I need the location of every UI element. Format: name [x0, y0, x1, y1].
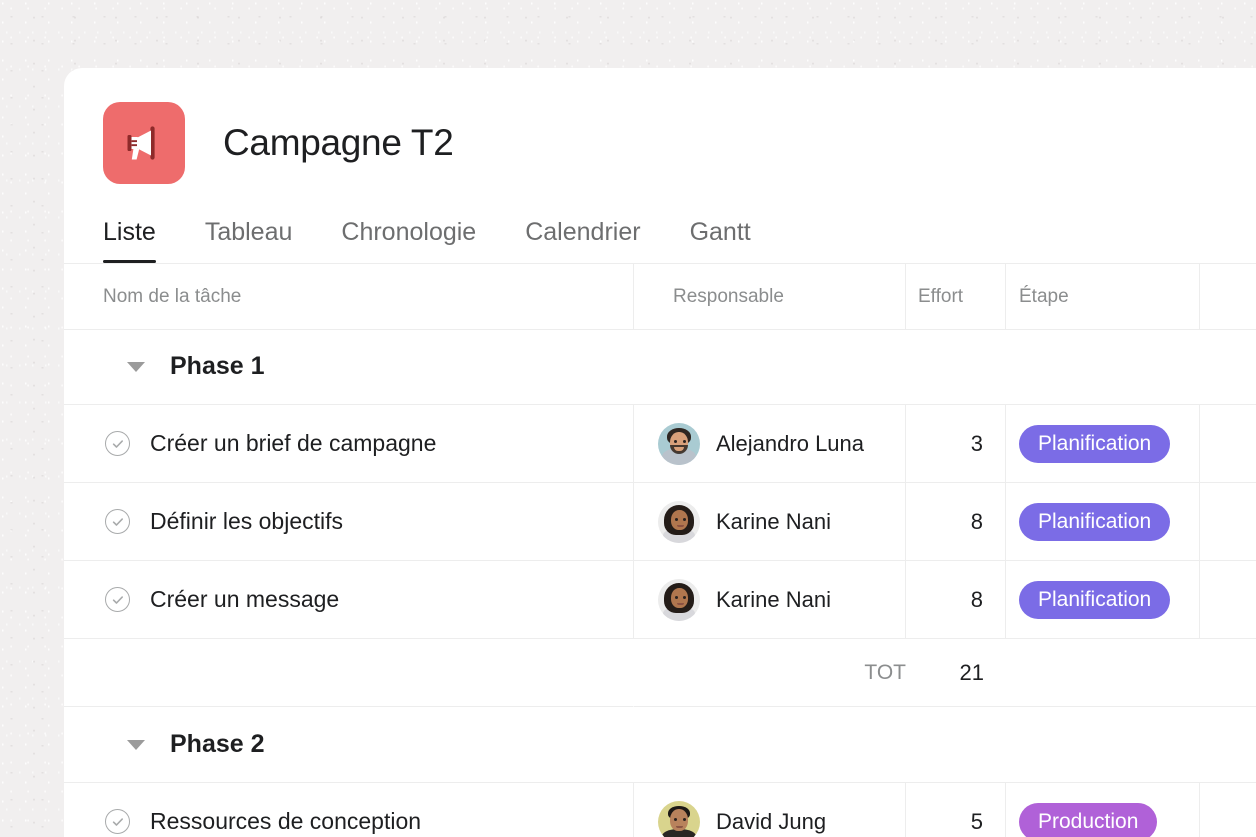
- column-header-add[interactable]: [1200, 264, 1256, 330]
- project-header: Campagne T2: [64, 68, 1256, 185]
- effort-value: 8: [970, 586, 983, 612]
- check-circle-icon[interactable]: [105, 809, 130, 834]
- group-total-row: TOT 21: [64, 639, 1256, 707]
- column-header-owner[interactable]: Responsable: [634, 264, 906, 330]
- stage-cell[interactable]: Planification: [1006, 405, 1200, 483]
- assignee-name: Karine Nani: [716, 508, 831, 534]
- task-name-cell[interactable]: Ressources de conception: [64, 783, 634, 837]
- assignee-cell[interactable]: Karine Nani: [634, 483, 906, 561]
- total-label: TOT: [864, 660, 906, 684]
- row-extra-cell[interactable]: [1200, 783, 1256, 837]
- megaphone-icon: [103, 102, 185, 184]
- total-spacer: [64, 639, 634, 707]
- column-header-name[interactable]: Nom de la tâche: [64, 264, 634, 330]
- status-badge[interactable]: Planification: [1019, 580, 1171, 619]
- task-name: Ressources de conception: [150, 808, 422, 834]
- column-header-owner-label: Responsable: [673, 285, 784, 307]
- effort-cell[interactable]: 5: [906, 783, 1006, 837]
- check-circle-icon[interactable]: [105, 431, 130, 456]
- total-stage-cell: [1006, 639, 1200, 707]
- assignee-cell[interactable]: Karine Nani: [634, 561, 906, 639]
- column-header-stage[interactable]: Étape: [1006, 264, 1200, 330]
- effort-cell[interactable]: 8: [906, 561, 1006, 639]
- check-circle-icon[interactable]: [105, 587, 130, 612]
- chevron-down-icon[interactable]: [127, 361, 145, 372]
- table-row[interactable]: Ressources de conception David Jung 5 Pr…: [64, 783, 1256, 837]
- chevron-down-icon[interactable]: [127, 739, 145, 750]
- table-header-row: Nom de la tâche Responsable Effort Étape: [64, 263, 1256, 330]
- column-header-effort[interactable]: Effort: [906, 264, 1006, 330]
- group-row-phase-1[interactable]: Phase 1: [64, 329, 1256, 405]
- column-header-effort-label: Effort: [918, 285, 964, 307]
- effort-value: 3: [970, 430, 983, 456]
- view-tabs: Liste Tableau Chronologie Calendrier Gan…: [64, 185, 1256, 263]
- stage-cell[interactable]: Production: [1006, 783, 1200, 837]
- page-title: Campagne T2: [223, 122, 454, 163]
- total-effort-cell: 21: [906, 639, 1006, 707]
- task-name-cell[interactable]: Créer un message: [64, 561, 634, 639]
- table-row[interactable]: Créer un message Karine Nani 8 Planifica…: [64, 561, 1256, 639]
- tab-liste[interactable]: Liste: [103, 218, 156, 263]
- tab-calendrier[interactable]: Calendrier: [525, 218, 640, 263]
- assignee-name: Alejandro Luna: [716, 430, 865, 456]
- status-badge[interactable]: Planification: [1019, 424, 1171, 463]
- avatar: [658, 800, 700, 837]
- column-header-stage-label: Étape: [1019, 285, 1069, 307]
- avatar: [658, 578, 700, 621]
- avatar: [658, 422, 700, 465]
- row-extra-cell[interactable]: [1200, 483, 1256, 561]
- task-name: Créer un message: [150, 586, 340, 612]
- tab-chronologie[interactable]: Chronologie: [341, 218, 476, 263]
- table-row[interactable]: Définir les objectifs Karine Nani 8 Plan…: [64, 483, 1256, 561]
- task-name: Créer un brief de campagne: [150, 430, 437, 456]
- project-card: Campagne T2 Liste Tableau Chronologie Ca…: [64, 68, 1256, 837]
- row-extra-cell[interactable]: [1200, 405, 1256, 483]
- total-label-cell: TOT: [634, 639, 906, 707]
- task-name: Définir les objectifs: [150, 508, 344, 534]
- avatar: [658, 500, 700, 543]
- assignee-cell[interactable]: David Jung: [634, 783, 906, 837]
- tab-gantt[interactable]: Gantt: [690, 218, 751, 263]
- assignee-cell[interactable]: Alejandro Luna: [634, 405, 906, 483]
- group-name: Phase 1: [170, 352, 265, 380]
- group-name: Phase 2: [170, 730, 265, 758]
- effort-value: 5: [970, 808, 983, 834]
- task-table: Nom de la tâche Responsable Effort Étape…: [64, 263, 1256, 837]
- check-circle-icon[interactable]: [105, 509, 130, 534]
- assignee-name: Karine Nani: [716, 586, 831, 612]
- stage-cell[interactable]: Planification: [1006, 561, 1200, 639]
- effort-cell[interactable]: 8: [906, 483, 1006, 561]
- tab-tableau[interactable]: Tableau: [205, 218, 293, 263]
- task-name-cell[interactable]: Créer un brief de campagne: [64, 405, 634, 483]
- total-extra-cell: [1200, 639, 1256, 707]
- task-name-cell[interactable]: Définir les objectifs: [64, 483, 634, 561]
- status-badge[interactable]: Production: [1019, 802, 1158, 837]
- table-row[interactable]: Créer un brief de campagne Alejandro Lun…: [64, 405, 1256, 483]
- row-extra-cell[interactable]: [1200, 561, 1256, 639]
- status-badge[interactable]: Planification: [1019, 502, 1171, 541]
- effort-cell[interactable]: 3: [906, 405, 1006, 483]
- total-value: 21: [959, 659, 984, 685]
- effort-value: 8: [970, 508, 983, 534]
- stage-cell[interactable]: Planification: [1006, 483, 1200, 561]
- assignee-name: David Jung: [716, 808, 827, 834]
- column-header-name-label: Nom de la tâche: [103, 285, 242, 307]
- group-row-phase-2[interactable]: Phase 2: [64, 707, 1256, 783]
